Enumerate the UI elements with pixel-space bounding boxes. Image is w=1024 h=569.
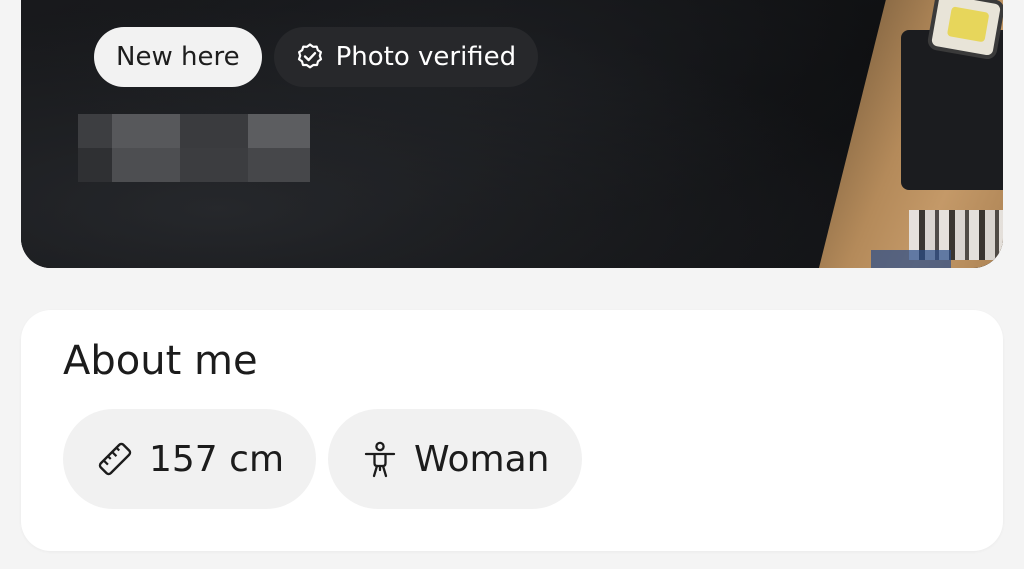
about-chips: 157 cm Woman: [63, 409, 582, 509]
about-me-section: About me 157 cm Woman: [21, 310, 1003, 551]
about-me-title: About me: [63, 338, 258, 384]
obscured-name: [78, 114, 310, 182]
new-here-badge: New here: [94, 27, 262, 87]
photo-verified-label: Photo verified: [335, 42, 517, 72]
ruler-icon: [98, 442, 132, 476]
height-label: 157 cm: [149, 438, 285, 480]
photo-detail-blue: [871, 250, 951, 268]
profile-page: New here Photo verified About me 157 cm …: [0, 0, 1024, 569]
profile-photo[interactable]: New here Photo verified: [21, 0, 1003, 268]
verified-check-icon: [297, 43, 322, 69]
gender-chip: Woman: [328, 409, 582, 509]
profile-badges: New here Photo verified: [94, 27, 539, 87]
photo-verified-badge: Photo verified: [273, 27, 539, 87]
gender-label: Woman: [414, 438, 550, 480]
person-icon: [364, 441, 396, 478]
height-chip: 157 cm: [63, 409, 317, 509]
new-here-label: New here: [116, 42, 240, 72]
